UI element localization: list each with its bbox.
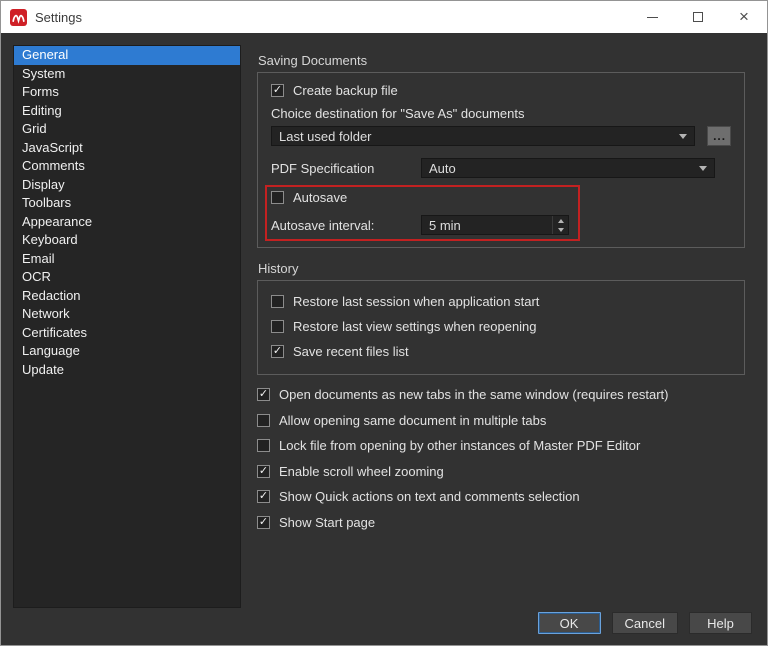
save-as-destination-dropdown[interactable]: Last used folder	[271, 126, 696, 146]
checkbox-label: Create backup file	[293, 83, 398, 98]
checkbox-row[interactable]: ✓ Show Start page	[257, 515, 745, 530]
checkbox-label: Lock file from opening by other instance…	[279, 438, 641, 453]
general-options-list: ✓ Open documents as new tabs in the same …	[257, 387, 745, 530]
checkbox-checked-icon[interactable]: ✓	[271, 84, 284, 97]
sidebar-item-network[interactable]: Network	[14, 305, 240, 324]
spinner-buttons	[552, 216, 568, 234]
save-as-destination-label: Choice destination for "Save As" documen…	[271, 106, 525, 121]
settings-content: Saving Documents ✓ Create backup file Cho…	[257, 53, 745, 530]
cancel-button[interactable]: Cancel	[611, 612, 678, 634]
group-title-history: History	[258, 261, 299, 276]
checkbox-checked-icon[interactable]: ✓	[257, 464, 270, 478]
autosave-checkbox-row[interactable]: Autosave	[271, 190, 731, 205]
sidebar-item-appearance[interactable]: Appearance	[14, 213, 240, 232]
sidebar-item-toolbars[interactable]: Toolbars	[14, 194, 240, 213]
checkbox-checked-icon[interactable]: ✓	[257, 388, 270, 401]
checkbox-row[interactable]: Restore last session when application st…	[271, 294, 731, 309]
saving-documents-group: Saving Documents ✓ Create backup file Cho…	[257, 53, 745, 248]
autosave-interval-label: Autosave interval:	[271, 217, 375, 233]
minimize-button[interactable]	[629, 1, 675, 33]
create-backup-checkbox-row[interactable]: ✓ Create backup file	[271, 83, 731, 98]
checkbox-label: Enable scroll wheel zooming	[279, 463, 444, 479]
window-controls: ×	[629, 1, 767, 33]
saving-documents-box: ✓ Create backup file Choice destination f…	[257, 72, 745, 248]
sidebar-item-redaction[interactable]: Redaction	[14, 287, 240, 306]
history-group: History Restore last session when applic…	[257, 261, 745, 375]
checkbox-unchecked-icon[interactable]	[257, 413, 270, 427]
checkbox-unchecked-icon[interactable]	[257, 439, 270, 452]
pdf-specification-row: PDF Specification Auto	[271, 158, 731, 178]
checkbox-label: Save recent files list	[293, 344, 409, 359]
group-title-saving-documents: Saving Documents	[258, 53, 368, 68]
triangle-up-icon	[557, 218, 564, 223]
checkbox-unchecked-icon[interactable]	[271, 295, 284, 308]
sidebar-item-forms[interactable]: Forms	[14, 83, 240, 102]
autosave-interval-row: Autosave interval: 5 min	[271, 215, 731, 235]
checkbox-row[interactable]: Restore last view settings when reopenin…	[271, 319, 731, 334]
pdf-specification-value: Auto	[429, 160, 456, 176]
checkbox-checked-icon[interactable]: ✓	[257, 515, 270, 529]
sidebar-item-grid[interactable]: Grid	[14, 120, 240, 139]
window-title: Settings	[35, 9, 82, 25]
checkbox-row[interactable]: ✓ Open documents as new tabs in the same …	[257, 387, 745, 402]
spin-down-button[interactable]	[553, 225, 568, 234]
sidebar-item-javascript[interactable]: JavaScript	[14, 139, 240, 158]
autosave-interval-value: 5 min	[429, 217, 461, 233]
sidebar-item-ocr[interactable]: OCR	[14, 268, 240, 287]
close-icon: ×	[739, 7, 749, 26]
help-button[interactable]: Help	[689, 612, 752, 634]
checkbox-checked-icon[interactable]: ✓	[271, 345, 284, 358]
browse-button[interactable]: ...	[707, 126, 731, 146]
sidebar-item-keyboard[interactable]: Keyboard	[14, 231, 240, 250]
checkbox-label: Allow opening same document in multiple …	[279, 412, 547, 428]
maximize-icon	[693, 12, 703, 22]
checkbox-row[interactable]: ✓ Show Quick actions on text and comments…	[257, 489, 745, 504]
triangle-down-icon	[557, 227, 564, 232]
chevron-down-icon	[699, 165, 707, 171]
history-box: Restore last session when application st…	[257, 280, 745, 375]
checkbox-label: Show Quick actions on text and comments …	[279, 489, 580, 504]
settings-window: Settings × General System Forms Editing Grid…	[0, 0, 768, 646]
pdf-specification-dropdown[interactable]: Auto	[421, 158, 715, 178]
sidebar-item-update[interactable]: Update	[14, 361, 240, 380]
autosave-section: Autosave Autosave interval: 5 min	[265, 185, 731, 241]
sidebar-item-system[interactable]: System	[14, 65, 240, 84]
spin-up-button[interactable]	[553, 216, 568, 225]
save-as-destination-value: Last used folder	[279, 128, 372, 144]
sidebar-item-general[interactable]: General	[14, 46, 240, 65]
pdf-specification-label: PDF Specification	[271, 160, 375, 176]
sidebar-list: General System Forms Editing Grid JavaScript C…	[13, 45, 241, 608]
checkbox-checked-icon[interactable]: ✓	[257, 490, 270, 503]
dialog-footer: OK Cancel Help	[537, 612, 752, 634]
save-as-destination-row: Last used folder ...	[271, 126, 731, 146]
checkbox-label: Autosave	[293, 190, 348, 205]
maximize-button[interactable]	[675, 1, 721, 33]
sidebar-item-comments[interactable]: Comments	[14, 157, 240, 176]
autosave-interval-spinbox[interactable]: 5 min	[421, 215, 569, 235]
minimize-icon	[646, 16, 658, 18]
checkbox-unchecked-icon[interactable]	[271, 191, 284, 204]
checkbox-label: Restore last view settings when reopenin…	[293, 319, 537, 334]
close-button[interactable]: ×	[721, 1, 767, 33]
sidebar-item-email[interactable]: Email	[14, 250, 240, 269]
checkbox-row[interactable]: ✓ Enable scroll wheel zooming	[257, 464, 745, 479]
sidebar-item-language[interactable]: Language	[14, 342, 240, 361]
sidebar-item-display[interactable]: Display	[14, 176, 240, 195]
checkbox-label: Restore last session when application st…	[293, 294, 540, 309]
chevron-down-icon	[679, 133, 688, 139]
checkbox-row[interactable]: ✓ Save recent files list	[271, 344, 731, 359]
checkbox-row[interactable]: Lock file from opening by other instance…	[257, 438, 745, 453]
checkbox-unchecked-icon[interactable]	[271, 320, 284, 333]
app-logo-icon	[10, 8, 27, 26]
sidebar-item-editing[interactable]: Editing	[14, 102, 240, 121]
checkbox-row[interactable]: Allow opening same document in multiple …	[257, 413, 745, 428]
titlebar: Settings ×	[1, 1, 767, 33]
checkbox-label: Open documents as new tabs in the same w…	[279, 387, 669, 402]
sidebar-item-certificates[interactable]: Certificates	[14, 324, 240, 343]
dialog-body: General System Forms Editing Grid JavaScript C…	[1, 33, 767, 645]
checkbox-label: Show Start page	[279, 514, 376, 530]
ok-button[interactable]: OK	[537, 612, 601, 634]
